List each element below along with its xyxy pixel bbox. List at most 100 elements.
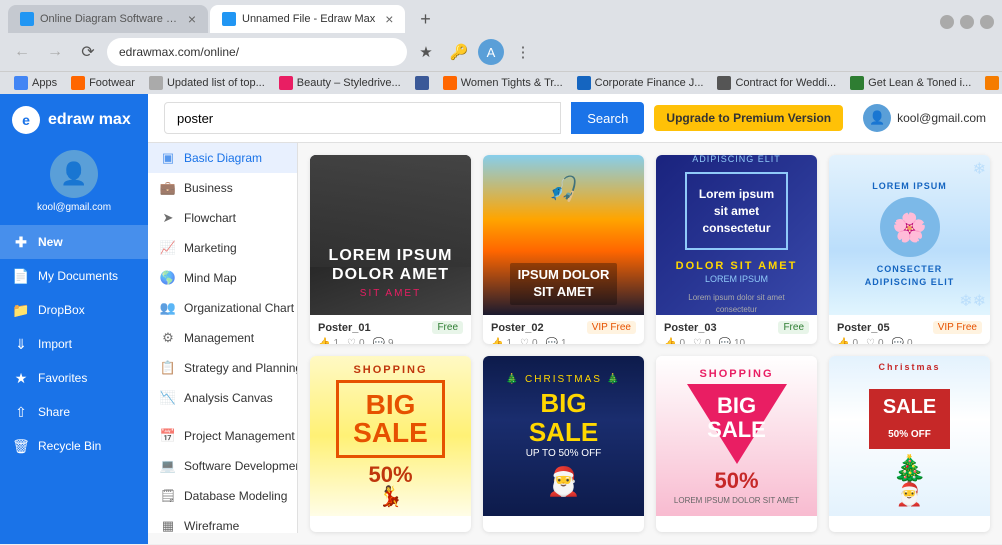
upgrade-button[interactable]: Upgrade to Premium Version <box>654 105 843 131</box>
sidebar-item-dropbox[interactable]: 📁 DropBox <box>0 293 148 327</box>
back-button[interactable]: ← <box>8 38 36 66</box>
bookmark-updated[interactable]: Updated list of top... <box>143 74 271 92</box>
bookmark-footwear[interactable]: Footwear <box>65 74 141 92</box>
poster-info-01: Poster_01 Free 👍1 ♡0 💬9 <box>310 315 471 344</box>
cat-item-marketing[interactable]: 📈 Marketing <box>148 233 297 263</box>
bookmark-women[interactable]: Women Tights & Tr... <box>437 74 569 92</box>
sidebar-item-favorites[interactable]: ★ Favorites <box>0 361 148 395</box>
software-icon: 💻 <box>160 458 176 474</box>
bookmark-lean[interactable]: Get Lean & Toned i... <box>844 74 977 92</box>
sidebar-item-share[interactable]: ⇧ Share <box>0 395 148 429</box>
comment-icon-02: 💬 <box>546 338 558 344</box>
tab-bar: Online Diagram Software - Edra... × Unna… <box>0 0 1002 33</box>
logo-text: edraw max <box>48 111 131 129</box>
heart-icon-03: ♡ <box>693 338 702 344</box>
dropbox-icon: 📁 <box>12 301 30 319</box>
cat-item-management[interactable]: ⚙ Management <box>148 323 297 353</box>
address-input[interactable] <box>107 38 407 66</box>
cat-item-analysis[interactable]: 📉 Analysis Canvas <box>148 383 297 413</box>
sidebar-item-import-label: Import <box>38 337 72 351</box>
tab-close-1[interactable]: × <box>188 11 196 27</box>
poster-info-shop2 <box>656 516 817 532</box>
poster-card-shop2[interactable]: SHOPPING BIGSALE 50% LOREM IPSUM DOLOR S… <box>656 356 817 532</box>
cat-label-management: Management <box>184 331 254 345</box>
cat-item-mindmap[interactable]: 🌎 Mind Map <box>148 263 297 293</box>
poster-info-03: Poster_03 Free 👍0 ♡0 💬10 <box>656 315 817 344</box>
thumb-up-icon-01: 👍 <box>318 338 330 344</box>
poster-title-03: Poster_03 <box>664 322 717 334</box>
poster-card-01[interactable]: LOREM IPSUMDOLOR AMET SIT AMET Poster_01… <box>310 155 471 344</box>
org-icon: 👥 <box>160 300 176 316</box>
new-tab-button[interactable]: + <box>411 5 439 33</box>
tab-active[interactable]: Unnamed File - Edraw Max × <box>210 5 405 33</box>
share-icon: ⇧ <box>12 403 30 421</box>
forward-button[interactable]: → <box>41 38 69 66</box>
sidebar-item-import[interactable]: ⇓ Import <box>0 327 148 361</box>
sidebar-item-new[interactable]: ✚ New <box>0 225 148 259</box>
cat-item-software[interactable]: 💻 Software Development <box>148 451 297 481</box>
cat-item-flowchart[interactable]: ➤ Flowchart <box>148 203 297 233</box>
heart-icon-02: ♡ <box>520 338 529 344</box>
tab-title-2: Unnamed File - Edraw Max <box>242 13 375 25</box>
bookmark-apps[interactable]: Apps <box>8 74 63 92</box>
business-icon: 💼 <box>160 180 176 196</box>
cat-label-marketing: Marketing <box>184 241 237 255</box>
main: Search Upgrade to Premium Version 👤 kool… <box>148 94 1002 544</box>
top-bar: Search Upgrade to Premium Version 👤 kool… <box>148 94 1002 143</box>
bookmark-corporate[interactable]: Corporate Finance J... <box>571 74 710 92</box>
sidebar-item-share-label: Share <box>38 405 70 419</box>
user-email-label: kool@gmail.com <box>897 111 986 125</box>
search-input[interactable] <box>164 102 561 134</box>
bookmark-fb[interactable] <box>409 74 435 92</box>
mindmap-icon: 🌎 <box>160 270 176 286</box>
tab-close-2[interactable]: × <box>385 11 393 27</box>
cat-item-strategy[interactable]: 📋 Strategy and Planning <box>148 353 297 383</box>
poster-thumb-shop1: SHOPPING BIG SALE 50% 💃 <box>310 356 471 516</box>
profile-icon[interactable]: A <box>478 39 504 65</box>
window-maximize[interactable] <box>960 15 974 29</box>
poster-card-shop1[interactable]: SHOPPING BIG SALE 50% 💃 <box>310 356 471 532</box>
user-circle: 👤 <box>863 104 891 132</box>
cat-item-org[interactable]: 👥 Organizational Chart <box>148 293 297 323</box>
poster-card-xmas2[interactable]: Christmas SALE50% OFF 🎄 🎅 <box>829 356 990 532</box>
search-button[interactable]: Search <box>571 102 644 134</box>
sidebar-item-documents-label: My Documents <box>38 269 118 283</box>
bookmark-fitness[interactable]: 30 Day Fitness Chal... <box>979 74 1002 92</box>
window-close[interactable] <box>980 15 994 29</box>
cat-label-project: Project Management <box>184 429 295 443</box>
sidebar-item-favorites-label: Favorites <box>38 371 87 385</box>
user-menu: 👤 kool@gmail.com <box>863 104 986 132</box>
window-minimize[interactable] <box>940 15 954 29</box>
more-options[interactable]: ⋮ <box>509 38 537 66</box>
poster-card-02[interactable]: 🎣 IPSUM DOLORSIT AMET Poster_02 VIP Free… <box>483 155 644 344</box>
bookmark-contract[interactable]: Contract for Weddi... <box>711 74 842 92</box>
cat-item-wireframe[interactable]: ▦ Wireframe <box>148 511 297 533</box>
cat-label-flowchart: Flowchart <box>184 211 236 225</box>
tab-favicon-2 <box>222 12 236 26</box>
cat-item-database[interactable]: 🗒 Database Modeling <box>148 481 297 511</box>
tab-inactive[interactable]: Online Diagram Software - Edra... × <box>8 5 208 33</box>
browser-chrome: Online Diagram Software - Edra... × Unna… <box>0 0 1002 94</box>
poster-thumb-xmas: 🎄 CHRISTMAS 🎄 BIGSALE UP TO 50% OFF 🎅 <box>483 356 644 516</box>
bookmark-beauty[interactable]: Beauty – Styledrive... <box>273 74 407 92</box>
cat-label-business: Business <box>184 181 233 195</box>
comment-icon-05: 💬 <box>892 338 904 344</box>
poster-card-xmas[interactable]: 🎄 CHRISTMAS 🎄 BIGSALE UP TO 50% OFF 🎅 <box>483 356 644 532</box>
poster-info-02: Poster_02 VIP Free 👍1 ♡0 💬1 <box>483 315 644 344</box>
cat-item-basic[interactable]: ▣ Basic Diagram <box>148 143 297 173</box>
poster-card-05[interactable]: LOREM IPSUM 🌸 CONSECTERADIPISCING ELIT ❄… <box>829 155 990 344</box>
sidebar-item-my-documents[interactable]: 📄 My Documents <box>0 259 148 293</box>
sidebar-item-recycle-bin[interactable]: 🗑 Recycle Bin <box>0 429 148 463</box>
user-email: kool@gmail.com <box>37 202 111 213</box>
poster-card-03[interactable]: CONSECTETUR ADIPISCING ELIT Lorem ipsums… <box>656 155 817 344</box>
key-icon[interactable]: 🔑 <box>445 38 473 66</box>
cat-item-business[interactable]: 💼 Business <box>148 173 297 203</box>
content-area: LOREM IPSUMDOLOR AMET SIT AMET Poster_01… <box>298 143 1002 544</box>
cat-item-project[interactable]: 📅 Project Management <box>148 421 297 451</box>
basic-diagram-icon: ▣ <box>160 150 176 166</box>
poster-info-xmas2 <box>829 516 990 532</box>
poster-badge-05: VIP Free <box>933 321 982 334</box>
cat-label-strategy: Strategy and Planning <box>184 361 298 375</box>
bookmark-star[interactable]: ★ <box>412 38 440 66</box>
reload-button[interactable]: ⟳ <box>74 38 102 66</box>
